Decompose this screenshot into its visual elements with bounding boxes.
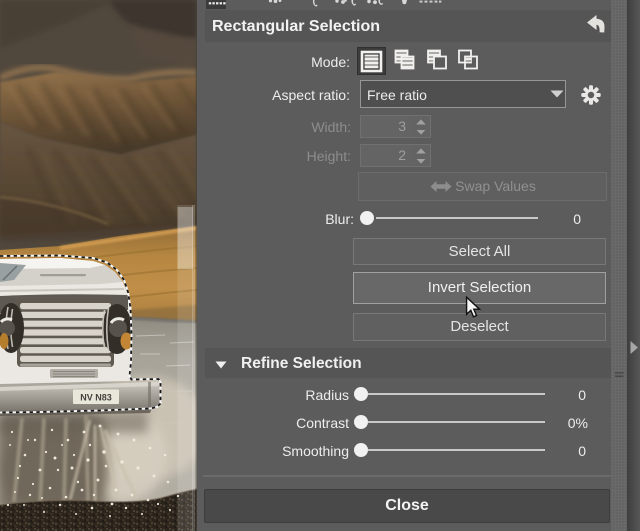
svg-text:NV N83: NV N83	[80, 393, 112, 403]
